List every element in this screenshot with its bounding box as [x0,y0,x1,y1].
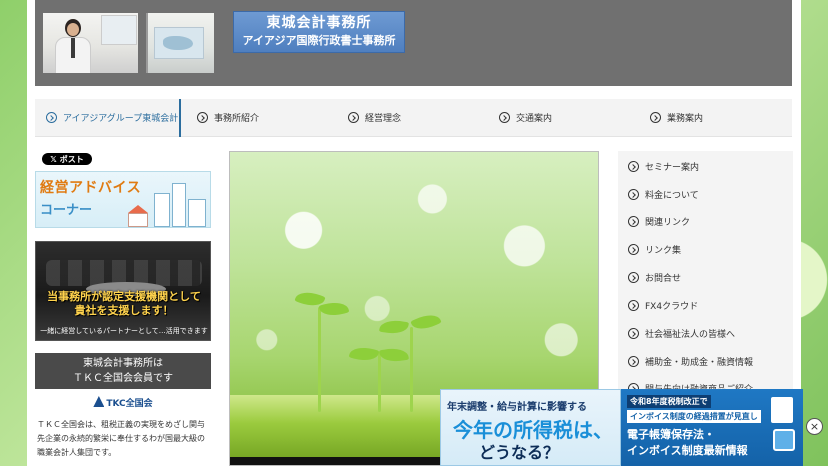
ad-right-line3: 電子帳簿保存法・ [627,428,715,441]
close-icon: × [809,420,820,433]
ad-banner-invoice[interactable]: 令和8年度税制改正で インボイス制度の経過措置が見直し 電子帳簿保存法・ インボ… [621,389,803,466]
arrow-circle-icon [628,356,639,367]
sidebar-item-label: お問合せ [645,274,682,284]
sidebar-item-label: セミナー案内 [645,163,700,173]
building-icon [172,183,186,227]
logo-subtitle: アイアジア国際行政書士事務所 [242,34,396,47]
arrow-circle-icon [499,112,510,123]
arrow-circle-icon [628,189,639,200]
tkc-box-line2: ＴＫＣ全国会会員です [73,373,173,384]
ad-right-line1: 令和8年度税制改正で [627,395,711,408]
ad-left-subheadline: どうなる？ [479,443,560,462]
post-button-label: ポスト [59,154,84,164]
site-logo[interactable]: 東城会計事務所 アイアジア国際行政書士事務所 [233,11,405,53]
calculator-icon [773,429,795,451]
nav-item-label: 事務所紹介 [214,114,260,124]
nav-item-office[interactable]: 事務所紹介 [197,111,259,124]
document-icon [771,397,793,423]
nav-item-label: 経営理念 [365,114,402,124]
sidebar-item-fx4cloud[interactable]: FX4クラウド [628,299,698,312]
arrow-circle-icon [650,112,661,123]
nav-item-group[interactable]: アイアジアグループ東城会計 [46,99,182,137]
header-photo-slide [146,13,214,73]
house-icon [128,213,148,227]
ad-left-top-text: 年末調整・給与計算に影響する [447,402,587,413]
nav-item-label: アイアジアグループ東城会計 [63,114,179,124]
tkc-mark-icon [93,396,105,407]
arrow-circle-icon [628,328,639,339]
nav-item-services[interactable]: 業務案内 [650,111,703,124]
tkc-description: ＴＫＣ全国会は、租税正義の実現をめざし関与先企業の永続的繁栄に奉仕するわが国最大… [37,420,205,457]
sidebar-item-label: 料金について [645,191,699,201]
sprout-leaf [378,345,410,365]
support-agency-banner[interactable]: 当事務所が認定支援機関として貴社を支援します！ 一緒に経営しているパートナーとし… [35,241,211,341]
nav-item-label: 交通案内 [516,114,553,124]
advice-title: 経営アドバイス [40,180,142,196]
arrow-circle-icon [628,244,639,255]
sidebar-item-fees[interactable]: 料金について [628,188,699,201]
sprout-stem [318,307,321,412]
x-logo-icon: 𝕏 [50,154,57,164]
arrow-circle-icon [628,272,639,283]
sprout-stem [410,327,413,412]
sidebar-item-subsidy[interactable]: 補助金・助成金・融資情報 [628,355,753,368]
arrow-circle-icon [628,216,639,227]
ad-close-button[interactable]: × [806,418,823,435]
support-banner-sub: 一緒に経営しているパートナーとして…活用できます [40,327,208,335]
header-photo-speaker [43,13,138,73]
ad-right-line4: インボイス制度最新情報 [627,444,748,457]
sprout-leaf [410,309,442,335]
tkc-member-box: 東城会計事務所は ＴＫＣ全国会会員です [35,353,211,389]
tkc-box-line1: 東城会計事務所は [83,358,163,369]
tkc-logo[interactable]: TKC全国会 [35,396,211,412]
sidebar-item-label: リンク集 [645,246,682,256]
logo-title: 東城会計事務所 [266,15,372,31]
building-icon [188,199,206,227]
nav-item-philosophy[interactable]: 経営理念 [348,111,401,124]
advice-subtitle: コーナー [40,203,93,218]
site-header: 東城会計事務所 アイアジア国際行政書士事務所 [35,0,792,86]
arrow-circle-icon [348,112,359,123]
sidebar-item-related-links[interactable]: 関連リンク [628,215,690,228]
main-nav: アイアジアグループ東城会計 事務所紹介 経営理念 交通案内 業務案内 [35,99,792,137]
nav-item-label: 業務案内 [667,114,704,124]
sidebar-item-label: 社会福祉法人の皆様へ [645,330,736,340]
sprout-stem [378,352,381,412]
sidebar-menu: セミナー案内 料金について 関連リンク リンク集 お問合せ FX4クラウド 社会… [618,151,793,395]
support-banner-message: 当事務所が認定支援機関として貴社を支援します！ [47,290,201,317]
ad-banner-income-tax[interactable]: 年末調整・給与計算に影響する 今年の所得税は、 どうなる？ [440,389,621,466]
nav-item-access[interactable]: 交通案内 [499,111,552,124]
advice-corner-banner[interactable]: 経営アドバイス コーナー [35,171,211,228]
sidebar-item-contact[interactable]: お問合せ [628,271,681,284]
sprout-leaf [378,317,410,337]
sidebar-item-label: 関連リンク [645,218,691,228]
sidebar-item-links[interactable]: リンク集 [628,243,681,256]
arrow-circle-icon [628,300,639,311]
arrow-circle-icon [46,112,57,123]
building-icon [154,193,170,227]
arrow-circle-icon [197,112,208,123]
sidebar-item-seminar[interactable]: セミナー案内 [628,160,699,173]
sidebar-item-label: 補助金・助成金・融資情報 [645,358,754,368]
sprout-leaf [348,343,380,365]
arrow-circle-icon [628,161,639,172]
ad-right-line2: インボイス制度の経過措置が見直し [627,410,761,423]
tkc-logo-text: TKC全国会 [106,399,153,409]
sidebar-item-welfare[interactable]: 社会福祉法人の皆様へ [628,327,735,340]
x-post-button[interactable]: 𝕏 ポスト [42,153,92,165]
house-roof-icon [128,205,148,213]
sidebar-item-label: FX4クラウド [645,302,699,312]
